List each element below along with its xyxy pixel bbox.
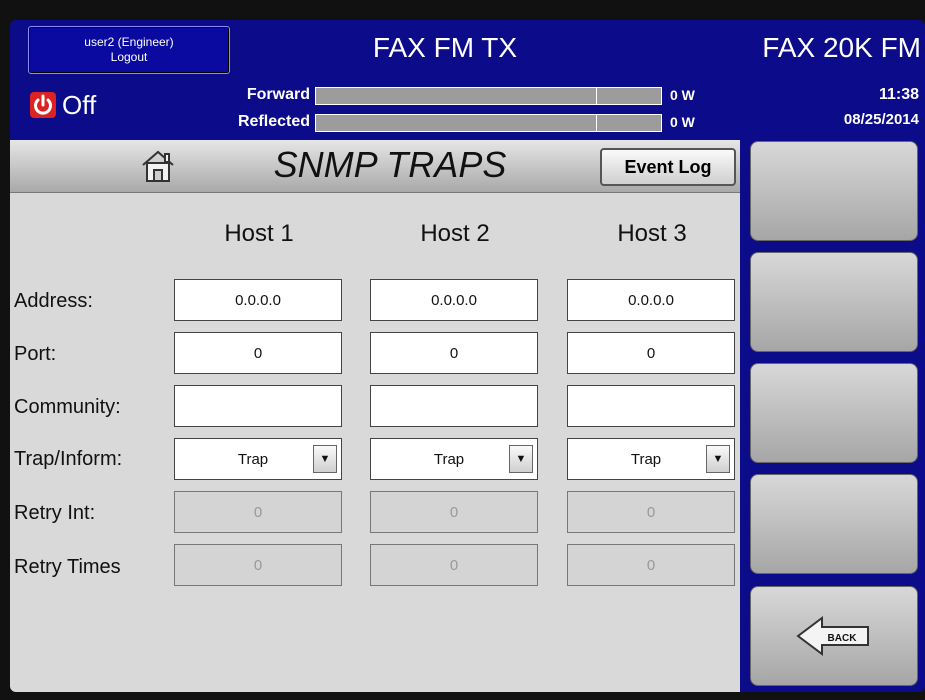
reflected-meter [315,114,662,132]
host-3-retry-int-field: 0 [567,491,735,533]
reflected-value: 0 W [670,114,695,130]
power-icon[interactable] [30,92,56,118]
host-3-community-field[interactable] [567,385,735,427]
chevron-down-icon[interactable]: ▼ [313,445,337,473]
app-frame: user2 (Engineer) Logout FAX FM TX FAX 20… [10,20,925,692]
back-button[interactable]: BACK [750,586,918,686]
clock-time: 11:38 [878,86,919,103]
logout-label: Logout [110,50,148,64]
port-label: Port: [14,343,57,365]
host-3-header: Host 3 [617,220,687,247]
host-2-trap-value: Trap [433,450,465,468]
chevron-down-icon[interactable]: ▼ [509,445,533,473]
host-3-trap-select[interactable]: Trap ▼ [567,438,735,480]
community-label: Community: [14,396,121,418]
host-1-address-field[interactable]: 0.0.0.0 [174,279,342,321]
event-log-button[interactable]: Event Log [600,148,736,186]
address-label: Address: [14,290,93,312]
host-3-retry-times-field: 0 [567,544,735,586]
reflected-label: Reflected [237,113,310,130]
chevron-down-icon[interactable]: ▼ [706,445,730,473]
forward-value: 0 W [670,87,695,103]
back-arrow-icon: BACK [796,616,869,656]
forward-label: Forward [246,86,310,103]
host-2-community-field[interactable] [370,385,538,427]
retry-int-label: Retry Int: [14,502,96,524]
host-1-retry-times-field: 0 [174,544,342,586]
side-button-3[interactable] [750,363,918,463]
user-logout-button[interactable]: user2 (Engineer) Logout [28,26,230,74]
host-2-port-field[interactable]: 0 [370,332,538,374]
content-panel: SNMP TRAPS Event Log Host 1 Host 2 Host … [10,140,740,692]
home-icon[interactable] [140,148,176,184]
back-label: BACK [828,633,858,644]
host-3-address-field[interactable]: 0.0.0.0 [567,279,735,321]
host-2-retry-times-field: 0 [370,544,538,586]
host-2-retry-int-field: 0 [370,491,538,533]
host-1-port-field[interactable]: 0 [174,332,342,374]
host-2-address-field[interactable]: 0.0.0.0 [370,279,538,321]
host-1-trap-value: Trap [237,450,269,468]
host-1-community-field[interactable] [174,385,342,427]
page-titlebar: SNMP TRAPS Event Log [10,140,740,193]
clock-date: 08/25/2014 [843,111,919,128]
host-2-header: Host 2 [420,220,490,247]
power-status-label: Off [62,90,97,120]
retry-times-label: Retry Times [14,556,121,578]
side-button-2[interactable] [750,252,918,352]
forward-meter [315,87,662,105]
side-button-4[interactable] [750,474,918,574]
host-1-trap-select[interactable]: Trap ▼ [174,438,342,480]
trap-inform-label: Trap/Inform: [14,448,123,470]
page-title: SNMP TRAPS [273,144,507,185]
host-2-trap-select[interactable]: Trap ▼ [370,438,538,480]
user-name: user2 (Engineer) [84,35,174,49]
host-1-header: Host 1 [224,220,294,247]
transmitter-title: FAX FM TX [372,32,518,63]
host-3-trap-value: Trap [630,450,662,468]
host-1-retry-int-field: 0 [174,491,342,533]
host-3-port-field[interactable]: 0 [567,332,735,374]
side-button-1[interactable] [750,141,918,241]
model-name: FAX 20K FM [762,32,921,63]
